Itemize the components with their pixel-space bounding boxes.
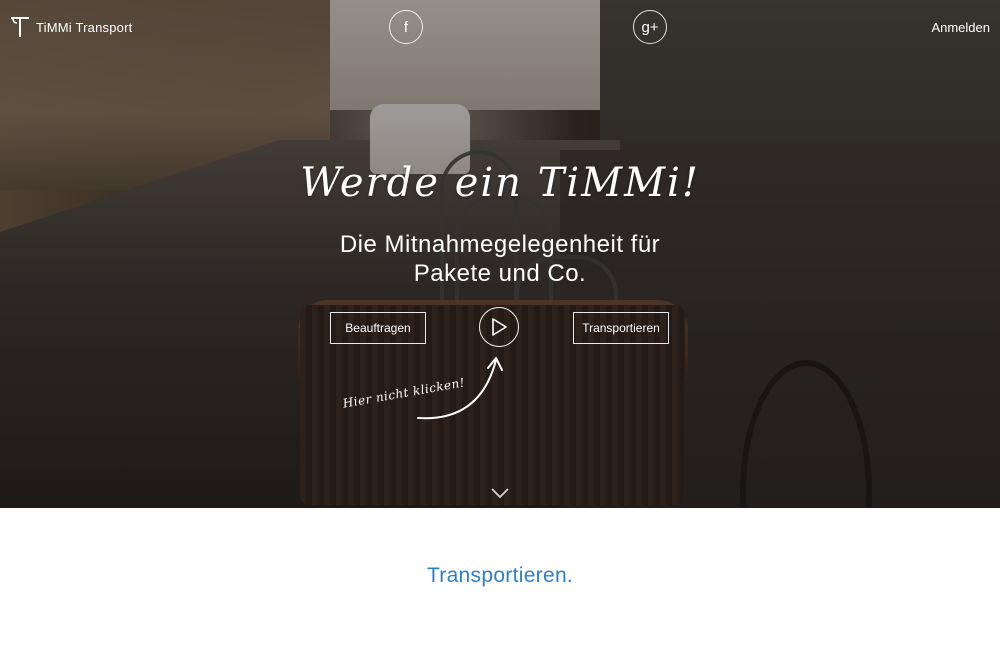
logo-icon	[10, 15, 30, 39]
brand[interactable]: TiMMi Transport	[10, 15, 132, 39]
hero-subline: Die Mitnahmegelegenheit für Pakete und C…	[0, 230, 1000, 288]
chevron-down-icon[interactable]	[490, 486, 510, 504]
hero-subline-line2: Pakete und Co.	[413, 260, 587, 287]
play-icon	[491, 318, 507, 336]
order-button[interactable]: Beauftragen	[330, 312, 426, 344]
brand-name: TiMMi Transport	[36, 19, 133, 35]
hero-section: TiMMi Transport f g+ Anmelden Werde ein …	[0, 0, 1000, 508]
facebook-icon[interactable]: f	[389, 10, 423, 44]
signin-link[interactable]: Anmelden	[931, 20, 990, 35]
hero-headline: Werde ein TiMMi!	[300, 160, 700, 206]
hero-subline-line1: Die Mitnahmegelegenheit für	[339, 231, 661, 258]
google-plus-icon[interactable]: g+	[633, 10, 667, 44]
play-button[interactable]	[479, 307, 519, 347]
section-title: Transportieren.	[426, 564, 574, 587]
transport-button[interactable]: Transportieren	[573, 312, 669, 344]
